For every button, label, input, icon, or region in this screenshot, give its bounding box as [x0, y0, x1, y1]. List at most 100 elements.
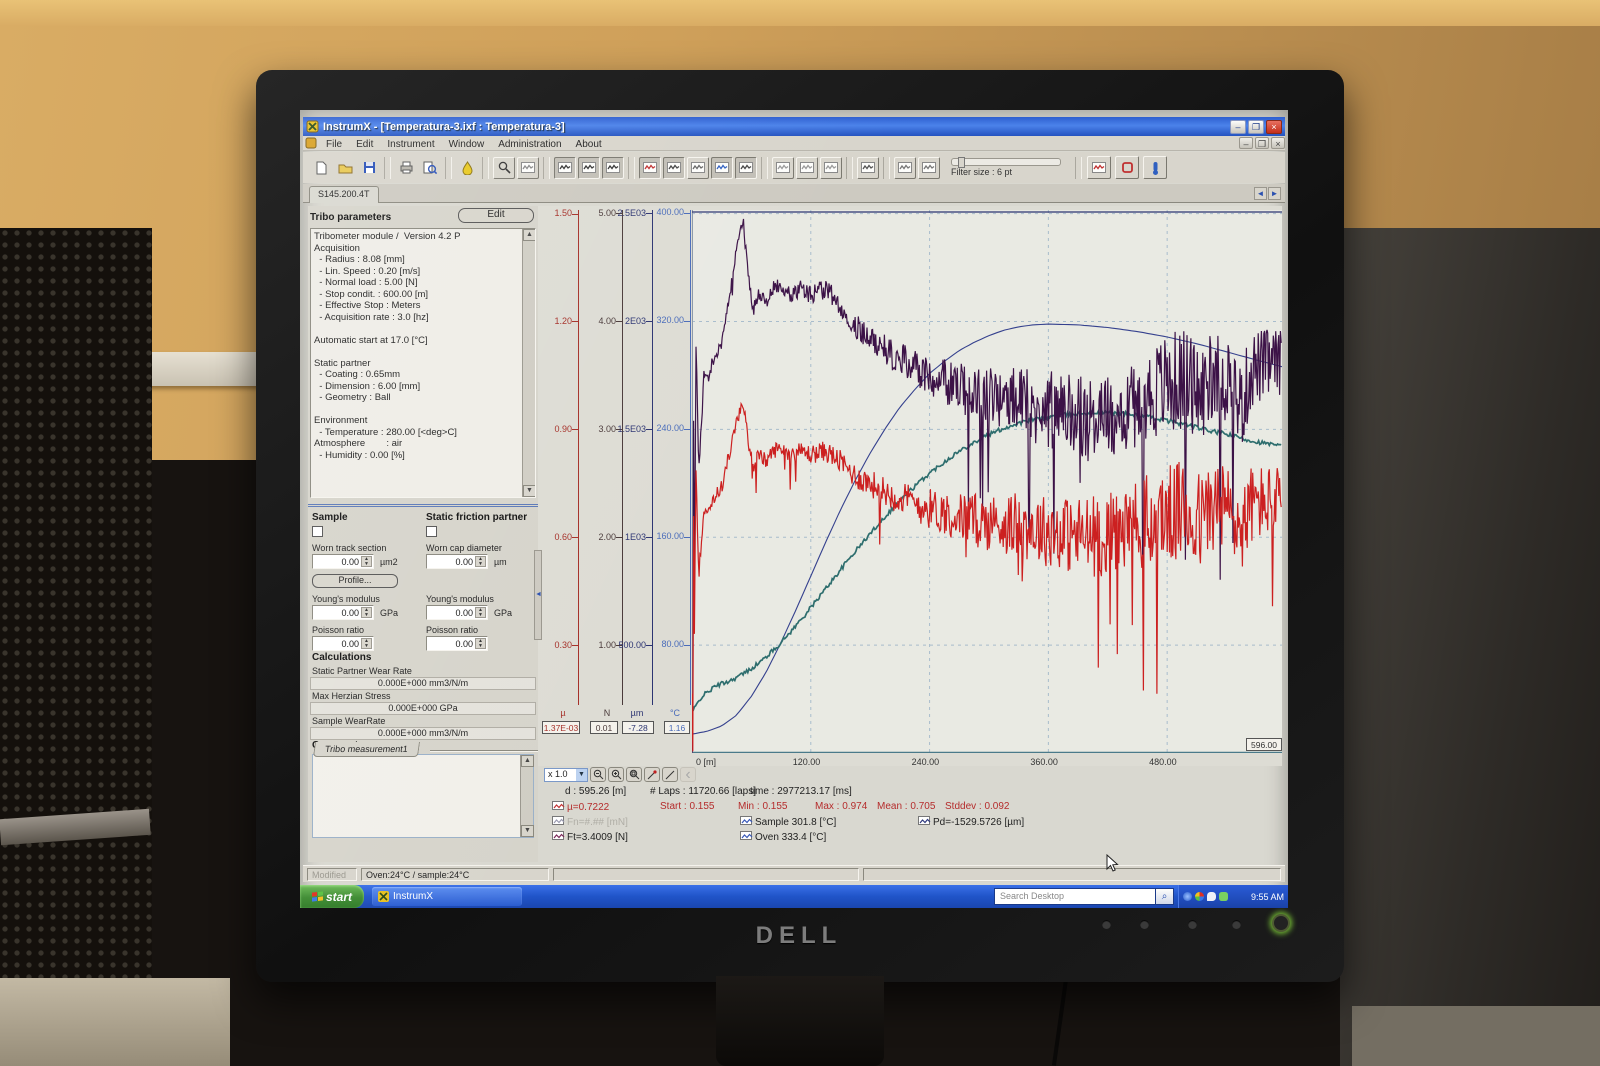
menu-instrument[interactable]: Instrument — [380, 139, 441, 150]
partner-field-input[interactable]: 0.00▲ ▼ — [426, 554, 488, 569]
stop-marker-icon[interactable] — [1115, 156, 1139, 179]
probe-icon[interactable] — [1143, 156, 1167, 179]
profile-button[interactable]: Profile... — [312, 574, 398, 588]
window-minimize-button[interactable]: – — [1230, 120, 1246, 134]
panel-collapse-arrow-icon[interactable]: ◄ — [534, 550, 542, 640]
wave-red-icon[interactable] — [639, 157, 661, 179]
monitor-button-1[interactable] — [1102, 920, 1111, 929]
chevron-down-icon: ▼ — [576, 769, 587, 781]
wave-gray-icon[interactable] — [687, 157, 709, 179]
partner-young-input[interactable]: 0.00▲ ▼ — [426, 605, 488, 620]
filter-drop-icon[interactable] — [456, 157, 478, 179]
wave-dark2-icon[interactable] — [735, 157, 757, 179]
tray-balloon-icon[interactable] — [1207, 892, 1216, 901]
document-tab[interactable]: S145.200.4T — [309, 186, 379, 203]
measurement-tab[interactable]: Tribo measurement1 — [313, 742, 420, 757]
wave-red-live-icon[interactable] — [1087, 156, 1111, 179]
line-pen-button[interactable] — [662, 767, 678, 782]
search-icon[interactable]: ⌕ — [1156, 888, 1174, 905]
stat-row2-3: Max : 0.974 — [815, 801, 867, 812]
monitor-power-button[interactable] — [1272, 914, 1290, 932]
menu-administration[interactable]: Administration — [491, 139, 568, 150]
tray-back-icon[interactable] — [1183, 892, 1192, 901]
partner-young-unit: GPa — [494, 608, 512, 618]
app-logo-icon — [306, 120, 319, 133]
taskbar-app-button[interactable]: InstrumX — [372, 887, 522, 906]
chart-dark-1-icon[interactable] — [554, 157, 576, 179]
zoom-icon[interactable] — [493, 157, 515, 179]
series-legend-icon[interactable] — [918, 816, 930, 825]
status-bar: Modified Oven:24°C / sample:24°C — [303, 865, 1285, 882]
partner-poisson-label: Poisson ratio — [426, 625, 478, 635]
marker-pen-button[interactable] — [644, 767, 660, 782]
partner-checkbox[interactable] — [426, 526, 437, 537]
spinner-arrows-icon[interactable]: ▲ ▼ — [361, 607, 372, 618]
mdi-close-button[interactable]: × — [1271, 137, 1285, 149]
wave-light-2-icon[interactable] — [796, 157, 818, 179]
window-restore-button[interactable]: ❐ — [1248, 120, 1264, 134]
spinner-arrows-icon[interactable]: ▲ ▼ — [475, 638, 486, 649]
toolbar-separator — [883, 157, 890, 179]
sample-field-input[interactable]: 0.00▲ ▼ — [312, 554, 374, 569]
stat-row2-1: Start : 0.155 — [660, 801, 714, 812]
menu-file[interactable]: File — [319, 139, 349, 150]
wave-light-3-icon[interactable] — [820, 157, 842, 179]
spinner-arrows-icon[interactable]: ▲ ▼ — [475, 556, 486, 567]
zoom-out-button[interactable] — [590, 767, 606, 782]
spinner-arrows-icon[interactable]: ▲ ▼ — [361, 556, 372, 567]
tray-color-icon[interactable] — [1195, 892, 1204, 901]
tab-scroll-left-icon[interactable]: ◄ — [1254, 187, 1267, 200]
print-preview-icon[interactable] — [419, 157, 441, 179]
zoom-in-button[interactable] — [608, 767, 624, 782]
wave-pair-1-icon[interactable] — [894, 157, 916, 179]
search-input[interactable]: Search Desktop — [994, 888, 1156, 905]
chart-dark-2-icon[interactable] — [578, 157, 600, 179]
print-icon[interactable] — [395, 157, 417, 179]
tab-scroll-right-icon[interactable]: ► — [1268, 187, 1281, 200]
mouse-cursor — [1106, 854, 1121, 874]
wave-blue-icon[interactable] — [711, 157, 733, 179]
filter-size-slider[interactable] — [951, 158, 1061, 166]
series-legend-icon[interactable] — [740, 831, 752, 840]
wave-pair-2-icon[interactable] — [918, 157, 940, 179]
menu-edit[interactable]: Edit — [349, 139, 380, 150]
series-legend-icon[interactable] — [552, 831, 564, 840]
monitor-button-3[interactable] — [1188, 920, 1197, 929]
start-button[interactable]: start — [300, 885, 364, 908]
toolbar-separator — [543, 157, 550, 179]
open-folder-icon[interactable] — [334, 157, 356, 179]
calc-label-1: Max Herzian Stress — [312, 691, 391, 701]
windows-flag-icon — [312, 891, 323, 901]
wave-single-icon[interactable] — [857, 157, 879, 179]
zoom-level-select[interactable]: x 1.0▼ — [544, 768, 588, 782]
tray-green-icon[interactable] — [1219, 892, 1228, 901]
monitor-button-4[interactable] — [1232, 920, 1241, 929]
window-close-button[interactable]: × — [1266, 120, 1282, 134]
zoom-window-button[interactable] — [626, 767, 642, 782]
chart-frame-icon[interactable] — [517, 157, 539, 179]
mdi-restore-button[interactable]: ❐ — [1255, 137, 1269, 149]
sample-poisson-input[interactable]: 0.00▲ ▼ — [312, 636, 374, 651]
wave-light-1-icon[interactable] — [772, 157, 794, 179]
wave-dark-icon[interactable] — [663, 157, 685, 179]
slider-thumb[interactable] — [958, 157, 965, 168]
monitor-button-2[interactable] — [1140, 920, 1149, 929]
partner-poisson-input[interactable]: 0.00▲ ▼ — [426, 636, 488, 651]
mdi-minimize-button[interactable]: – — [1239, 137, 1253, 149]
status-spacer-2 — [863, 868, 1281, 881]
spinner-arrows-icon[interactable]: ▲ ▼ — [361, 638, 372, 649]
toolbar-separator — [761, 157, 768, 179]
menu-about[interactable]: About — [569, 139, 609, 150]
new-file-icon[interactable] — [310, 157, 332, 179]
sample-checkbox[interactable] — [312, 526, 323, 537]
spinner-arrows-icon[interactable]: ▲ ▼ — [475, 607, 486, 618]
filter-size-control: Filter size : 6 pt — [951, 158, 1061, 177]
sample-young-input[interactable]: 0.00▲ ▼ — [312, 605, 374, 620]
menu-window[interactable]: Window — [442, 139, 492, 150]
save-icon[interactable] — [358, 157, 380, 179]
chart-dark-3-icon[interactable] — [602, 157, 624, 179]
series-legend-icon[interactable] — [740, 816, 752, 825]
series-legend-icon[interactable] — [552, 801, 564, 810]
stat-row2-0: µ=0.7222 — [552, 801, 609, 813]
series-legend-icon[interactable] — [552, 816, 564, 825]
